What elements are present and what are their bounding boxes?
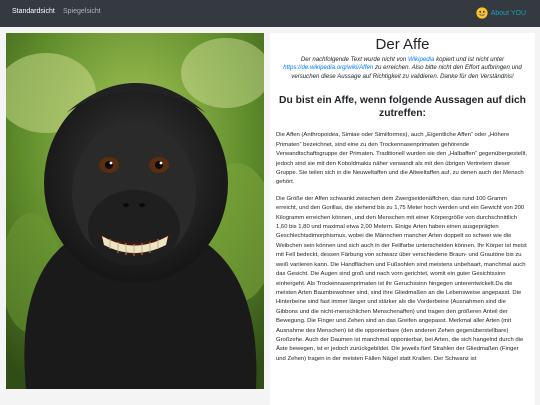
wikipedia-url-link[interactable]: https://de.wikipedia.org/wiki/Affen <box>283 64 373 71</box>
note-text-2: kopiert und ist nicht unter <box>434 56 505 63</box>
article-paragraph-1: Die Affen (Anthropoidea, Simiae oder Sim… <box>276 132 528 186</box>
about-you-link[interactable]: About YOU <box>476 6 526 20</box>
article-paragraph-2: Die Größe der Affen schwankt zwischen de… <box>276 195 527 362</box>
disclaimer-note: Der nachfolgende Text wurde nicht von Wi… <box>276 56 529 81</box>
monkey-photo <box>6 33 264 389</box>
nav-mirror-view[interactable]: Spiegelsicht <box>63 8 101 15</box>
section-heading: Du bist ein Affe, wenn folgende Aussagen… <box>279 95 526 119</box>
nav-standard-view[interactable]: Standardsicht <box>12 8 55 15</box>
top-navbar: Standardsicht Spiegelsicht About YOU <box>0 0 540 27</box>
monkey-selfie-photo <box>6 33 264 389</box>
page-title: Der Affe <box>375 36 430 53</box>
about-you-label: About YOU <box>490 9 526 17</box>
wikipedia-link[interactable]: Wikipedia <box>408 56 434 63</box>
article-panel: Der Affe Der nachfolgende Text wurde nic… <box>270 33 535 405</box>
note-text-1: Der nachfolgende Text wurde nicht von <box>300 56 408 63</box>
smiley-face-icon <box>476 7 488 19</box>
